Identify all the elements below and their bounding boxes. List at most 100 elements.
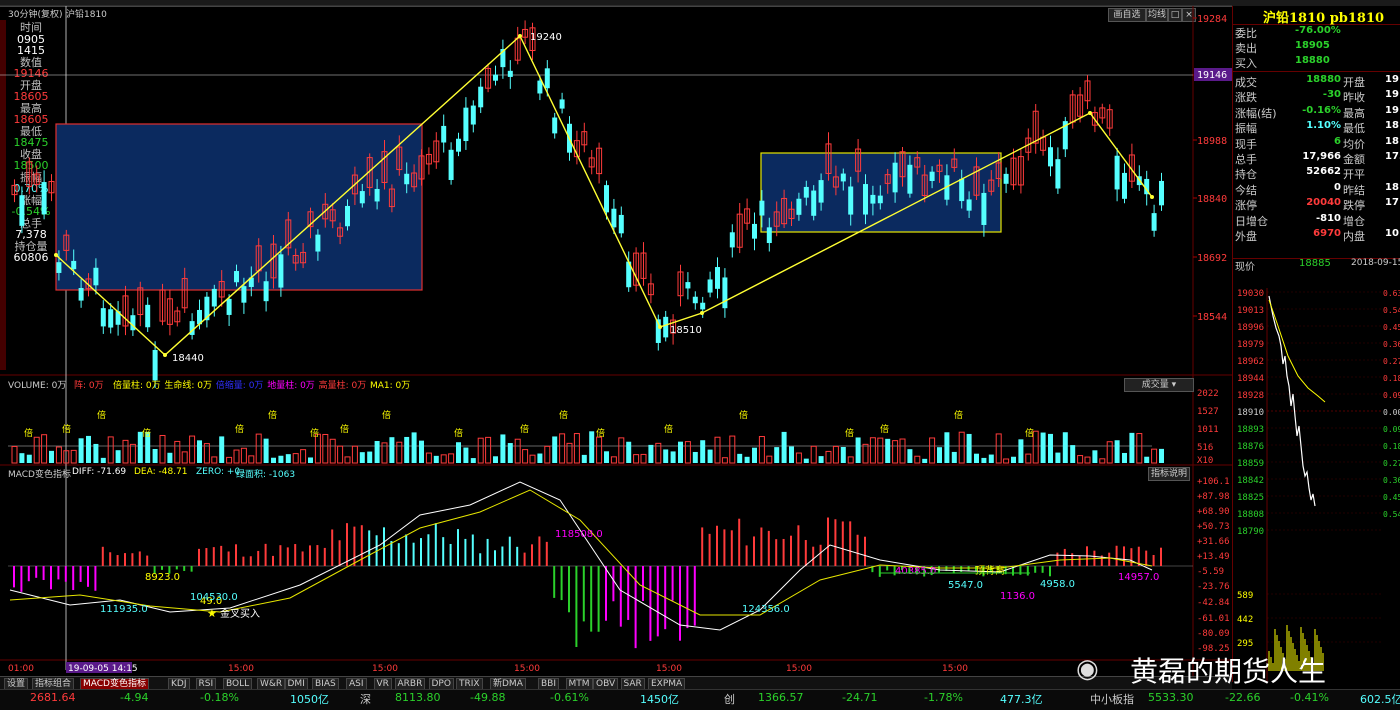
candle-body: [766, 227, 772, 244]
mini-axis-label: 18962: [1237, 357, 1264, 367]
volume-bar: [929, 437, 936, 464]
volume-legend-item: 倍量柱: 0万: [113, 381, 161, 391]
candle-body: [618, 214, 624, 234]
macd-label: MACD变色指标: [8, 470, 71, 480]
candle-body: [559, 99, 565, 109]
macd-green-area: 绿面积: -1063: [236, 470, 296, 480]
volume-bar: [1144, 456, 1150, 463]
volume-bar: [322, 433, 329, 464]
volume-bar: [285, 454, 291, 463]
double-volume-marker: 倍: [310, 427, 319, 439]
quote-panel: 沪铅1810 pb1810 委比 -76.00% 卖出 18905 买入 18880 成交 1…: [1232, 6, 1400, 682]
volume-bar: [847, 456, 854, 464]
quote-label: 增仓: [1343, 214, 1365, 228]
macd-axis-label: -61.01: [1197, 614, 1230, 624]
volume-bar: [255, 433, 262, 464]
volume-bar: [41, 434, 48, 464]
volume-bar: [433, 455, 439, 463]
mini-pct-label: 0.09: [1383, 391, 1400, 400]
volume-legend-item: 倍缩量: 0万: [215, 381, 264, 391]
candle-body: [892, 162, 898, 193]
macd-annotation: 顶背离: [975, 564, 1005, 577]
volume-bar: [26, 454, 32, 463]
macd-zero: ZERO: +0: [196, 467, 241, 477]
double-volume-marker: 倍: [142, 427, 151, 439]
volume-legend-item: MA1: 0万: [370, 381, 411, 391]
volume-bar: [240, 447, 247, 464]
candle-body: [463, 107, 469, 142]
time-axis-label: 15:00: [228, 664, 254, 674]
volume-dropdown-label: 成交量: [1141, 380, 1169, 390]
candle-body: [1159, 180, 1164, 206]
quote-value: -0.16%: [1302, 104, 1341, 116]
volume-bar: [966, 433, 972, 463]
indicator-explain-button[interactable]: 指标说明: [1148, 467, 1190, 481]
quote-label: 涨幅(结): [1235, 106, 1277, 120]
quote-value: 19: [1385, 89, 1399, 101]
status-item: -24.71: [842, 691, 878, 704]
volume-bar: [781, 431, 787, 463]
volume-legend-item: 生命线: 0万: [164, 381, 213, 391]
volume-bar: [226, 456, 233, 464]
volume-bar: [493, 456, 498, 463]
macd-annotation: 5547.0: [948, 580, 983, 591]
consolidation-box: [55, 123, 423, 291]
status-item: 1366.57: [758, 691, 804, 704]
candle-body: [1151, 213, 1157, 231]
volume-bar: [810, 445, 817, 464]
volume-bar: [922, 458, 928, 463]
volume-indicator-dropdown[interactable]: 成交量 ▾: [1124, 378, 1194, 392]
quote-value: 18905: [1295, 40, 1330, 51]
volume-bar: [626, 441, 632, 463]
volume-bar: [825, 450, 832, 464]
volume-bar: [359, 452, 365, 463]
chart-canvas[interactable]: 1928419146189881884018692185441914619240…: [0, 0, 1232, 676]
quote-value: -76.00%: [1295, 25, 1341, 36]
mini-axis-label: 589: [1237, 591, 1253, 601]
intraday-mini-chart[interactable]: 19030 19013 18996 18979 18962 18944 18928 18910…: [1233, 276, 1400, 682]
wave-point: [163, 353, 167, 357]
quote-value: 18: [1385, 120, 1399, 132]
candle-body: [456, 138, 461, 152]
candle-body: [19, 195, 25, 226]
volume-bar: [477, 437, 484, 464]
volume-bar: [115, 450, 121, 463]
volume-bar: [655, 442, 662, 464]
volume-bar: [456, 442, 461, 463]
price-axis-label: 18692: [1197, 253, 1227, 264]
macd-annotation: 40385.0: [895, 566, 936, 577]
macd-annotation: 1136.0: [1000, 591, 1035, 602]
volume-bar: [529, 454, 536, 464]
watermark: ◉ 黄磊的期货人生: [1076, 650, 1400, 688]
macd-diff-line: [9, 481, 1153, 631]
quote-label: 昨结: [1343, 183, 1365, 197]
volume-bar: [752, 447, 757, 463]
quote-label: 昨收: [1343, 91, 1365, 105]
candle-body: [715, 267, 720, 289]
candle-body: [803, 186, 809, 198]
volume-bar: [337, 445, 344, 464]
volume-bar: [1077, 455, 1084, 464]
time-axis-label: 15:00: [786, 664, 812, 674]
volume-bar: [167, 452, 173, 463]
quote-label: 均价: [1343, 137, 1365, 151]
candle-body: [56, 262, 62, 273]
volume-bar: [596, 436, 603, 464]
volume-bar: [618, 437, 625, 464]
candle-body: [359, 191, 365, 204]
volume-bar: [174, 440, 181, 464]
volume-bar: [344, 456, 351, 464]
candle-body: [759, 200, 765, 216]
volume-legend-item: 阵: 0万: [74, 381, 104, 391]
volume-bar: [692, 451, 698, 463]
candle-body: [404, 173, 410, 185]
quote-value: 18880: [1295, 55, 1330, 66]
volume-bar: [440, 454, 447, 464]
double-volume-marker: 倍: [62, 423, 71, 435]
mini-price-line: [1268, 295, 1316, 507]
volume-bar: [351, 445, 358, 464]
volume-bar: [507, 443, 513, 463]
status-item: -0.61%: [550, 691, 589, 704]
volume-bar: [610, 456, 617, 464]
volume-label: VOLUME: 0万: [8, 381, 67, 391]
